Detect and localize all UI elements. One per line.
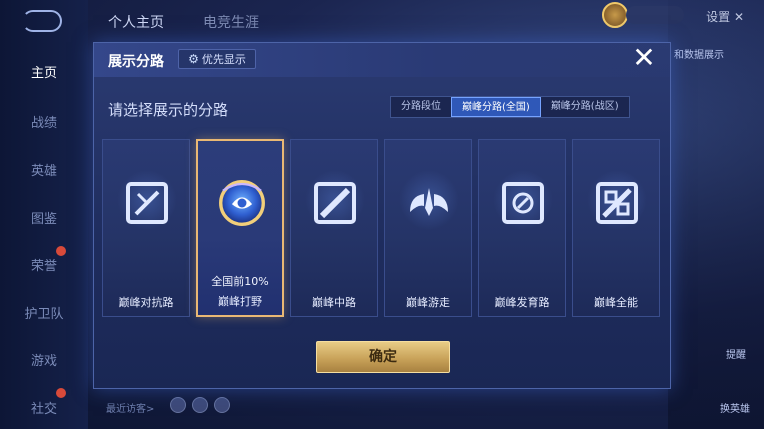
confirm-button[interactable]: 确定	[316, 341, 450, 373]
dialog-title: 展示分路	[108, 54, 164, 70]
nav-item-guard-team[interactable]: 护卫队	[0, 303, 88, 322]
visitor-avatar[interactable]	[170, 397, 186, 413]
close-icon[interactable]: ✕	[630, 43, 658, 73]
nav-item-games[interactable]: 游戏	[0, 350, 88, 369]
card-label: 巅峰对抗路	[118, 296, 174, 309]
card-label: 巅峰游走	[406, 296, 450, 309]
lane-display-dialog: 展示分路 ⚙ 优先显示 ✕ 请选择展示的分路 分路段位 巅峰分路(全国) 巅峰分…	[93, 42, 671, 389]
segment-peak-region[interactable]: 巅峰分路(战区)	[541, 97, 629, 117]
card-label: 巅峰全能	[594, 296, 638, 309]
reminder-label[interactable]: 提醒	[726, 346, 746, 361]
lane-card-roam[interactable]: 巅峰游走	[384, 139, 472, 317]
segment-peak-national[interactable]: 巅峰分路(全国)	[451, 97, 541, 117]
priority-display-button[interactable]: ⚙ 优先显示	[178, 49, 256, 69]
all-round-icon	[596, 182, 638, 224]
avatar[interactable]	[602, 2, 628, 28]
card-label: 巅峰打野	[218, 295, 262, 308]
lane-card-farm[interactable]: 巅峰发育路	[478, 139, 566, 317]
visitor-avatar[interactable]	[192, 397, 208, 413]
nav-item-home[interactable]: 主页	[0, 62, 88, 81]
right-panel	[668, 0, 764, 429]
lane-card-jungle[interactable]: 全国前10% 巅峰打野	[196, 139, 284, 317]
card-label: 巅峰发育路	[494, 296, 550, 309]
jungle-emblem-icon	[219, 180, 265, 226]
section-title: 请选择展示的分路	[108, 101, 229, 119]
visitor-avatar[interactable]	[214, 397, 230, 413]
segment-lane-rank[interactable]: 分路段位	[391, 97, 451, 117]
tab-esports-career[interactable]: 电竞生涯	[203, 12, 259, 32]
lane-card-all-round[interactable]: 巅峰全能	[572, 139, 660, 317]
tab-personal-home[interactable]: 个人主页	[108, 12, 164, 32]
lane-card-mid[interactable]: 巅峰中路	[290, 139, 378, 317]
nav-item-social[interactable]: 社交	[0, 398, 88, 417]
nav-item-codex[interactable]: 图鉴	[0, 208, 88, 227]
recent-visitors-label[interactable]: 最近访客>	[106, 400, 154, 415]
new-badge-icon	[56, 388, 66, 398]
card-label: 巅峰中路	[312, 296, 356, 309]
lane-cards: 巅峰对抗路 全国前10% 巅峰打野 巅峰中路 巅峰游走 巅峰发育路 巅峰全能	[102, 139, 664, 319]
mid-lane-icon	[314, 182, 356, 224]
lane-type-segmented-control: 分路段位 巅峰分路(全国) 巅峰分路(战区)	[390, 96, 630, 118]
nav-item-honor[interactable]: 荣誉	[0, 255, 88, 274]
new-badge-icon	[56, 246, 66, 256]
switch-hero-label[interactable]: 换英雄	[720, 400, 750, 415]
dialog-header: 展示分路 ⚙ 优先显示 ✕	[94, 43, 670, 77]
clash-lane-icon	[126, 182, 168, 224]
priority-label: 优先显示	[201, 53, 246, 66]
back-arrow-icon[interactable]	[22, 10, 62, 32]
roam-wings-icon	[410, 188, 448, 216]
farm-lane-icon	[502, 182, 544, 224]
lane-card-clash[interactable]: 巅峰对抗路	[102, 139, 190, 317]
side-text: 和数据展示	[674, 50, 724, 61]
nav-item-records[interactable]: 战绩	[0, 112, 88, 131]
left-navigation: 主页 战绩 英雄 图鉴 荣誉 护卫队 游戏 社交	[0, 0, 88, 429]
nav-item-heroes[interactable]: 英雄	[0, 160, 88, 179]
gear-icon: ⚙	[188, 52, 199, 66]
rank-percent: 全国前10%	[211, 275, 269, 288]
